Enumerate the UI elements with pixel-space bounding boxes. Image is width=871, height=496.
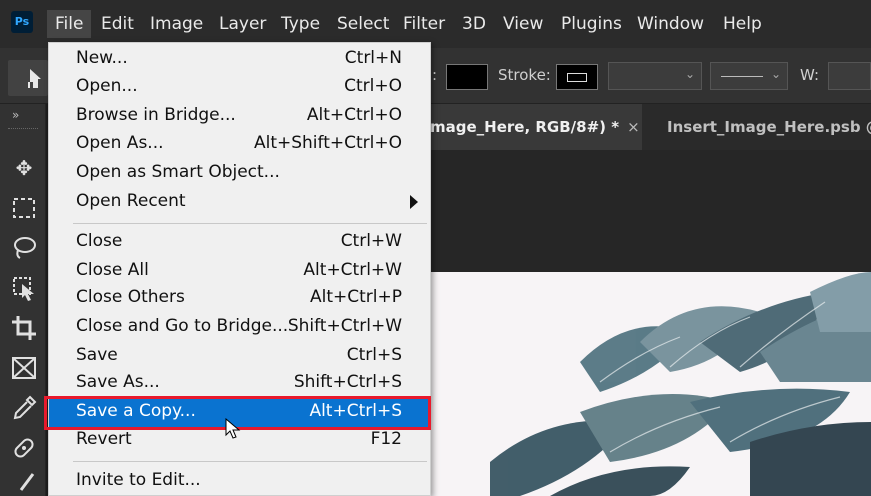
menu-item-new[interactable]: New... Ctrl+N bbox=[49, 46, 430, 74]
width-label: W: bbox=[800, 66, 820, 84]
menu-item-open-as[interactable]: Open As... Alt+Shift+Ctrl+O bbox=[49, 131, 430, 159]
document-tab-bar: mage_Here, RGB/8#) * × Insert_Image_Here.… bbox=[430, 104, 871, 150]
menu-plugins[interactable]: Plugins bbox=[561, 10, 622, 38]
chevron-down-icon: ⌄ bbox=[770, 67, 781, 81]
menu-item-save-as[interactable]: Save As... Shift+Ctrl+S bbox=[49, 370, 430, 398]
line-style-icon bbox=[721, 76, 763, 77]
frame-tool-icon[interactable] bbox=[8, 352, 40, 384]
photoshop-logo-icon[interactable]: Ps bbox=[11, 11, 33, 33]
menu-item-label: Close All bbox=[76, 260, 149, 280]
menu-view[interactable]: View bbox=[503, 10, 543, 38]
menu-item-close-all[interactable]: Close All Alt+Ctrl+W bbox=[49, 258, 430, 286]
menu-item-shortcut: Alt+Ctrl+S bbox=[309, 401, 402, 421]
menu-item-shortcut: Shift+Ctrl+W bbox=[287, 316, 402, 336]
menu-type[interactable]: Type bbox=[281, 10, 320, 38]
menu-item-shortcut: Ctrl+N bbox=[344, 48, 402, 68]
menu-item-close[interactable]: Close Ctrl+W bbox=[49, 229, 430, 257]
menu-item-label: New... bbox=[76, 48, 128, 68]
menu-item-shortcut: Ctrl+W bbox=[340, 231, 402, 251]
flower-artwork bbox=[490, 272, 871, 496]
menu-item-label: Close bbox=[76, 231, 123, 251]
lasso-tool-icon[interactable] bbox=[8, 232, 40, 264]
menu-item-label: Open... bbox=[76, 76, 138, 96]
menu-item-label: Save a Copy... bbox=[76, 401, 196, 421]
menu-item-label: Close Others bbox=[76, 287, 185, 307]
stroke-label: Stroke: bbox=[498, 66, 551, 84]
tab-active-document[interactable]: mage_Here, RGB/8#) * × bbox=[430, 104, 642, 150]
fill-swatch[interactable] bbox=[446, 64, 488, 90]
menu-item-shortcut: Ctrl+S bbox=[346, 345, 402, 365]
menu-item-close-and-go-to-bridge[interactable]: Close and Go to Bridge... Shift+Ctrl+W bbox=[49, 314, 430, 342]
submenu-arrow-icon bbox=[410, 195, 418, 209]
menu-item-shortcut: Ctrl+O bbox=[344, 76, 402, 96]
menu-item-label: Save As... bbox=[76, 372, 160, 392]
menu-separator bbox=[73, 461, 427, 462]
move-tool-icon[interactable]: ✥ bbox=[8, 152, 40, 184]
eyedropper-tool-icon[interactable] bbox=[8, 392, 40, 424]
menu-item-label: Save bbox=[76, 345, 118, 365]
fill-label: : bbox=[432, 66, 438, 84]
menu-item-label: Invite to Edit... bbox=[76, 470, 201, 490]
menu-item-open-recent[interactable]: Open Recent bbox=[49, 189, 430, 217]
width-input[interactable] bbox=[828, 62, 871, 90]
menu-separator bbox=[73, 223, 427, 224]
healing-brush-tool-icon[interactable] bbox=[8, 432, 40, 464]
menu-item-shortcut: F12 bbox=[370, 429, 402, 449]
brush-tool-icon[interactable] bbox=[8, 468, 40, 496]
menu-item-shortcut: Alt+Shift+Ctrl+O bbox=[253, 133, 402, 153]
menu-item-label: Revert bbox=[76, 429, 132, 449]
menu-item-close-others[interactable]: Close Others Alt+Ctrl+P bbox=[49, 285, 430, 313]
menu-item-open-as-smart-object[interactable]: Open as Smart Object... bbox=[49, 160, 430, 188]
stroke-swatch[interactable] bbox=[556, 64, 598, 90]
mouse-cursor-icon bbox=[225, 418, 241, 439]
menu-item-browse-in-bridge[interactable]: Browse in Bridge... Alt+Ctrl+O bbox=[49, 103, 430, 131]
object-selection-tool-icon[interactable] bbox=[8, 272, 40, 304]
menu-3d[interactable]: 3D bbox=[462, 10, 486, 38]
marquee-tool-icon[interactable] bbox=[8, 192, 40, 224]
chevron-down-icon: ⌄ bbox=[684, 67, 695, 81]
menu-item-shortcut: Alt+Ctrl+W bbox=[303, 260, 402, 280]
menu-item-label: Close and Go to Bridge... bbox=[76, 316, 289, 336]
menu-select[interactable]: Select bbox=[337, 10, 389, 38]
menu-layer[interactable]: Layer bbox=[219, 10, 266, 38]
home-icon bbox=[28, 69, 41, 88]
crop-tool-icon[interactable] bbox=[8, 312, 40, 344]
tab-insert-image-document[interactable]: Insert_Image_Here.psb @ bbox=[667, 104, 871, 150]
menu-item-label: Open As... bbox=[76, 133, 164, 153]
menu-window[interactable]: Window bbox=[637, 10, 704, 38]
tab-label: mage_Here, RGB/8#) * bbox=[430, 118, 620, 136]
menu-item-open[interactable]: Open... Ctrl+O bbox=[49, 74, 430, 102]
menu-item-invite-to-edit[interactable]: Invite to Edit... bbox=[49, 468, 430, 496]
menu-file[interactable]: File bbox=[47, 10, 92, 38]
stroke-width-dropdown[interactable]: ⌄ bbox=[608, 62, 702, 90]
menu-item-shortcut: Alt+Ctrl+P bbox=[309, 287, 402, 307]
collapse-panel-icon[interactable]: » bbox=[12, 108, 19, 122]
document-canvas[interactable] bbox=[430, 272, 871, 496]
tools-panel: » ✥ bbox=[0, 104, 46, 496]
menu-item-shortcut: Shift+Ctrl+S bbox=[293, 372, 402, 392]
stroke-type-dropdown[interactable]: ⌄ bbox=[710, 62, 788, 90]
menu-image[interactable]: Image bbox=[150, 10, 203, 38]
menu-item-label: Browse in Bridge... bbox=[76, 105, 236, 125]
menu-help[interactable]: Help bbox=[723, 10, 762, 38]
menu-edit[interactable]: Edit bbox=[101, 10, 134, 38]
menu-item-shortcut: Alt+Ctrl+O bbox=[306, 105, 402, 125]
stroke-preview-icon bbox=[567, 73, 587, 82]
menu-item-label: Open as Smart Object... bbox=[76, 162, 280, 182]
menu-item-save[interactable]: Save Ctrl+S bbox=[49, 343, 430, 371]
close-icon[interactable]: × bbox=[627, 118, 640, 136]
menu-item-label: Open Recent bbox=[76, 191, 186, 211]
menu-filter[interactable]: Filter bbox=[403, 10, 445, 38]
menu-bar: Ps File Edit Image Layer Type Select Fil… bbox=[0, 0, 871, 48]
panel-grip[interactable] bbox=[8, 128, 38, 130]
home-button[interactable] bbox=[8, 60, 48, 96]
